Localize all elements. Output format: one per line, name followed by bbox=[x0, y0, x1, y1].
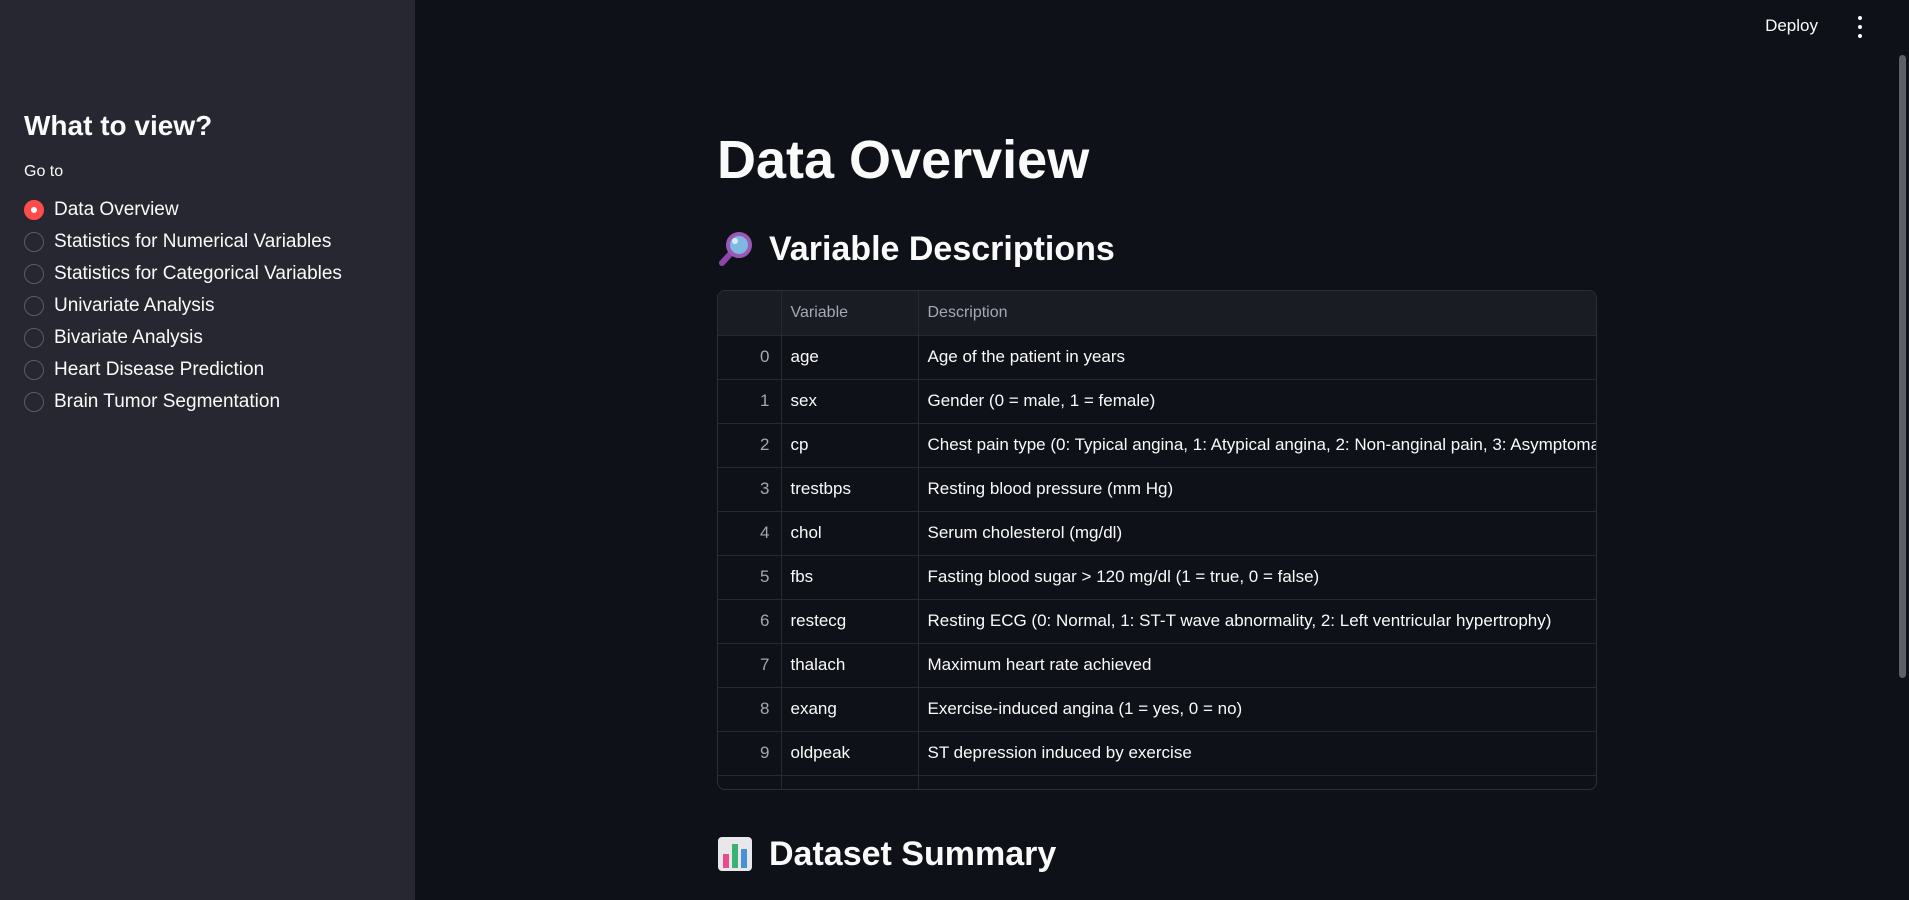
row-index-cell[interactable]: 5 bbox=[718, 555, 782, 600]
row-index-cell[interactable]: 1 bbox=[718, 379, 782, 424]
radio-unselected-icon[interactable] bbox=[24, 392, 44, 412]
radio-selected-icon[interactable] bbox=[24, 200, 44, 220]
row-index-cell[interactable]: 2 bbox=[718, 423, 782, 468]
radio-option[interactable]: Statistics for Categorical Variables bbox=[24, 258, 391, 290]
variable-cell[interactable]: fbs bbox=[781, 555, 919, 600]
bar-chart-icon bbox=[717, 836, 753, 872]
variable-cell[interactable]: age bbox=[781, 335, 919, 380]
scrollbar[interactable] bbox=[1895, 0, 1909, 900]
section-heading-text: Variable Descriptions bbox=[769, 230, 1115, 268]
description-cell[interactable]: Age of the patient in years bbox=[918, 335, 1596, 380]
radio-option[interactable]: Univariate Analysis bbox=[24, 290, 391, 322]
variable-cell[interactable]: thalach bbox=[781, 643, 919, 688]
section-heading-text: Dataset Summary bbox=[769, 835, 1057, 873]
table-header-row: Variable Description bbox=[718, 291, 1596, 336]
radio-option-label[interactable]: Statistics for Categorical Variables bbox=[54, 263, 342, 285]
row-index-cell[interactable]: 0 bbox=[718, 335, 782, 380]
table-row: 4 chol Serum cholesterol (mg/dl) bbox=[718, 511, 1596, 556]
sidebar: What to view? Go to Data Overview Statist… bbox=[0, 0, 415, 900]
radio-group-label: Go to bbox=[24, 163, 64, 180]
table-row: 1 sex Gender (0 = male, 1 = female) bbox=[718, 379, 1596, 424]
radio-option-label[interactable]: Data Overview bbox=[54, 199, 179, 221]
radio-option-label[interactable]: Heart Disease Prediction bbox=[54, 359, 264, 381]
row-index-cell[interactable]: 6 bbox=[718, 599, 782, 644]
app-root: What to view? Go to Data Overview Statist… bbox=[0, 0, 1909, 900]
variable-cell[interactable]: sex bbox=[781, 379, 919, 424]
radio-option-label[interactable]: Bivariate Analysis bbox=[54, 327, 203, 349]
description-cell[interactable]: Resting ECG (0: Normal, 1: ST-T wave abn… bbox=[918, 599, 1596, 644]
table-row bbox=[718, 775, 1596, 789]
radio-option[interactable]: Bivariate Analysis bbox=[24, 322, 391, 354]
radio-option[interactable]: Statistics for Numerical Variables bbox=[24, 226, 391, 258]
variable-descriptions-heading: Variable Descriptions bbox=[717, 227, 1115, 271]
radio-unselected-icon[interactable] bbox=[24, 232, 44, 252]
index-column-header bbox=[718, 291, 782, 336]
radio-option[interactable]: Heart Disease Prediction bbox=[24, 354, 391, 386]
description-cell[interactable]: Fasting blood sugar > 120 mg/dl (1 = tru… bbox=[918, 555, 1596, 600]
top-bar: Deploy bbox=[415, 0, 1909, 55]
table-cell bbox=[718, 775, 782, 789]
table-cell bbox=[781, 775, 919, 789]
variable-cell[interactable]: restecg bbox=[781, 599, 919, 644]
table-row: 9 oldpeak ST depression induced by exercis… bbox=[718, 731, 1596, 776]
variable-cell[interactable]: chol bbox=[781, 511, 919, 556]
table-row: 7 thalach Maximum heart rate achieved bbox=[718, 643, 1596, 688]
description-cell[interactable]: Serum cholesterol (mg/dl) bbox=[918, 511, 1596, 556]
magnifying-glass-icon bbox=[717, 231, 753, 267]
variable-cell[interactable]: trestbps bbox=[781, 467, 919, 512]
variable-cell[interactable]: cp bbox=[781, 423, 919, 468]
radio-option-label[interactable]: Statistics for Numerical Variables bbox=[54, 231, 331, 253]
row-index-cell[interactable]: 4 bbox=[718, 511, 782, 556]
variable-cell[interactable]: oldpeak bbox=[781, 731, 919, 776]
radio-unselected-icon[interactable] bbox=[24, 328, 44, 348]
radio-option-label[interactable]: Brain Tumor Segmentation bbox=[54, 391, 280, 413]
description-cell[interactable]: Resting blood pressure (mm Hg) bbox=[918, 467, 1596, 512]
radio-option[interactable]: Brain Tumor Segmentation bbox=[24, 386, 391, 418]
table-row: 5 fbs Fasting blood sugar > 120 mg/dl (1 =… bbox=[718, 555, 1596, 600]
more-options-icon[interactable] bbox=[1855, 16, 1865, 38]
variables-table[interactable]: Variable Description 0 age Age of the pati… bbox=[717, 290, 1597, 790]
row-index-cell[interactable]: 8 bbox=[718, 687, 782, 732]
deploy-button[interactable]: Deploy bbox=[1759, 14, 1824, 38]
row-index-cell[interactable]: 9 bbox=[718, 731, 782, 776]
radio-unselected-icon[interactable] bbox=[24, 360, 44, 380]
sidebar-title: What to view? bbox=[24, 110, 213, 141]
variable-column-header[interactable]: Variable bbox=[781, 291, 919, 336]
scrollbar-thumb[interactable] bbox=[1899, 55, 1906, 678]
page-title: Data Overview bbox=[717, 130, 1090, 190]
table-cell bbox=[918, 775, 1596, 789]
table-row: 6 restecg Resting ECG (0: Normal, 1: ST-T … bbox=[718, 599, 1596, 644]
variable-cell[interactable]: exang bbox=[781, 687, 919, 732]
description-cell[interactable]: Exercise-induced angina (1 = yes, 0 = no… bbox=[918, 687, 1596, 732]
radio-unselected-icon[interactable] bbox=[24, 296, 44, 316]
table-row: 3 trestbps Resting blood pressure (mm Hg) bbox=[718, 467, 1596, 512]
description-cell[interactable]: Chest pain type (0: Typical angina, 1: A… bbox=[918, 423, 1596, 468]
row-index-cell[interactable]: 3 bbox=[718, 467, 782, 512]
dataset-summary-heading: Dataset Summary bbox=[717, 832, 1056, 876]
row-index-cell[interactable]: 7 bbox=[718, 643, 782, 688]
radio-unselected-icon[interactable] bbox=[24, 264, 44, 284]
description-cell[interactable]: ST depression induced by exercise bbox=[918, 731, 1596, 776]
description-cell[interactable]: Gender (0 = male, 1 = female) bbox=[918, 379, 1596, 424]
table-row: 0 age Age of the patient in years bbox=[718, 335, 1596, 380]
page-radio-group: Data Overview Statistics for Numerical Va… bbox=[24, 194, 391, 418]
description-column-header[interactable]: Description bbox=[918, 291, 1596, 336]
table-row: 8 exang Exercise-induced angina (1 = yes, … bbox=[718, 687, 1596, 732]
radio-option-label[interactable]: Univariate Analysis bbox=[54, 295, 215, 317]
radio-option[interactable]: Data Overview bbox=[24, 194, 391, 226]
description-cell[interactable]: Maximum heart rate achieved bbox=[918, 643, 1596, 688]
table-row: 2 cp Chest pain type (0: Typical angina, 1… bbox=[718, 423, 1596, 468]
